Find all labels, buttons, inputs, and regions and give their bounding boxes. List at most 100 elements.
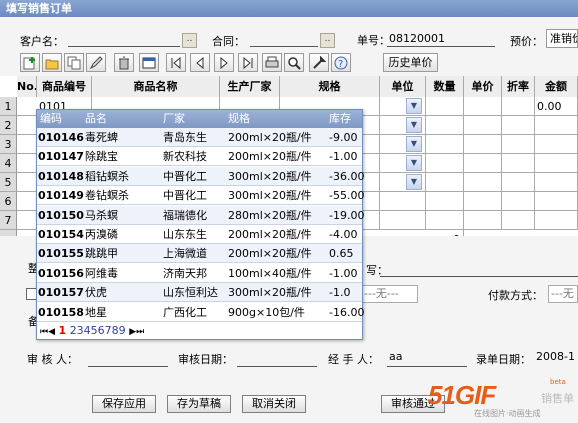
popup-col-name: 品名 xyxy=(85,112,107,125)
table-cell[interactable] xyxy=(426,192,464,211)
table-cell[interactable] xyxy=(380,192,426,211)
col-discount: 折率 xyxy=(502,76,535,97)
edit-icon[interactable] xyxy=(86,53,106,72)
table-cell[interactable] xyxy=(535,135,578,154)
table-cell[interactable] xyxy=(426,97,464,116)
save-apply-button[interactable]: 保存应用 xyxy=(92,395,156,413)
lookup-row[interactable]: 010147 除跳宝 新农科技 200ml×20瓶/件 -1.00 xyxy=(37,147,362,167)
lookup-spec: 280ml×20瓶/件 xyxy=(228,208,312,222)
table-cell[interactable] xyxy=(502,154,535,173)
prepay-select[interactable]: 准销价 xyxy=(546,29,578,48)
print-icon[interactable] xyxy=(262,53,282,72)
contract-pick-button[interactable]: .. xyxy=(320,33,335,48)
table-cell[interactable] xyxy=(502,116,535,135)
lookup-spec: 200ml×20瓶/件 xyxy=(228,131,312,144)
watermark-badge: beta xyxy=(550,378,566,386)
contract-input[interactable] xyxy=(250,33,318,47)
add-row-icon[interactable] xyxy=(20,53,40,72)
col-qty: 数量 xyxy=(426,76,464,97)
table-cell[interactable] xyxy=(426,116,464,135)
table-cell[interactable] xyxy=(464,154,502,173)
pager-next-last-icon[interactable]: ▶⏭ xyxy=(129,327,144,337)
lookup-name: 稻钻螟杀 xyxy=(85,169,129,183)
pager-current[interactable]: 1 xyxy=(59,324,67,337)
lookup-row[interactable]: 010150 马杀螟 福瑞德化 280ml×20瓶/件 -19.00 xyxy=(37,205,364,225)
lookup-row[interactable]: 010156 阿维毒 济南天邦 100ml×40瓶/件 -1.00 xyxy=(37,263,362,283)
prev-page-icon[interactable] xyxy=(190,53,210,72)
table-cell[interactable] xyxy=(426,211,464,230)
open-folder-icon[interactable] xyxy=(42,53,62,72)
lookup-row[interactable]: 010146 毒死蜱 青岛东生 200ml×20瓶/件 -9.00 xyxy=(37,128,362,147)
window-icon[interactable] xyxy=(139,53,159,72)
table-cell[interactable] xyxy=(535,211,578,230)
next-page-icon[interactable] xyxy=(214,53,234,72)
watermark-subtitle: 在线图片·动画生成 xyxy=(474,409,541,418)
pay-method-select[interactable]: ---无 xyxy=(548,285,578,303)
lookup-row[interactable]: 010155 跳跳甲 上海微道 200ml×20瓶/件 0.65 xyxy=(37,244,362,264)
lookup-maker: 青岛东生 xyxy=(163,131,207,144)
delete-icon[interactable] xyxy=(114,53,134,72)
unit-dropdown-icon[interactable]: ▼ xyxy=(406,136,422,152)
tools-icon[interactable] xyxy=(309,53,329,72)
col-code: 商品编号 xyxy=(37,76,92,97)
save-draft-button[interactable]: 存为草稿 xyxy=(167,395,231,413)
table-cell[interactable] xyxy=(464,173,502,192)
table-cell[interactable] xyxy=(535,173,578,192)
lookup-spec: 200ml×20瓶/件 xyxy=(228,150,312,164)
write-input[interactable] xyxy=(380,263,578,277)
table-cell[interactable] xyxy=(426,154,464,173)
pager-pages[interactable]: 23456789 xyxy=(70,324,126,337)
lookup-code: 010154 xyxy=(38,228,84,241)
pager-first-prev-icon[interactable]: ⏮◀ xyxy=(40,327,55,337)
table-cell[interactable] xyxy=(426,173,464,192)
table-cell[interactable] xyxy=(535,192,578,211)
watermark-brand: 51GIF xyxy=(428,380,496,410)
review-date-input[interactable] xyxy=(237,353,317,367)
table-cell[interactable] xyxy=(502,173,535,192)
unit-dropdown-icon[interactable]: ▼ xyxy=(406,117,422,133)
table-cell[interactable] xyxy=(464,211,502,230)
table-cell[interactable] xyxy=(502,211,535,230)
wuxian-select[interactable]: ---无--- xyxy=(361,285,418,303)
lookup-name: 马杀螟 xyxy=(85,208,118,222)
col-no: No. xyxy=(17,76,37,97)
lookup-code: 010149 xyxy=(38,189,84,203)
customer-pick-button[interactable]: .. xyxy=(182,33,197,48)
lookup-row[interactable]: 010158 地星 广西化工 900g×10包/件 -16.00 xyxy=(37,302,364,322)
reviewer-input[interactable] xyxy=(88,353,168,367)
handler-underline[interactable] xyxy=(387,353,467,367)
table-cell[interactable] xyxy=(464,135,502,154)
table-cell[interactable] xyxy=(535,154,578,173)
table-cell[interactable] xyxy=(464,192,502,211)
table-cell[interactable] xyxy=(502,192,535,211)
first-page-icon[interactable] xyxy=(166,53,186,72)
lookup-row[interactable]: 010148 稻钻螟杀 中晋化工 300ml×20瓶/件 -36.00 xyxy=(37,166,364,186)
lookup-row[interactable]: 010157 伏虎 山东恒利达 300ml×20瓶/件 -1.0 xyxy=(37,283,362,303)
lookup-row[interactable]: 010154 丙溴磷 山东东生 200ml×20瓶/件 -4.00 xyxy=(37,225,362,244)
customer-input[interactable] xyxy=(68,33,180,47)
watermark-logo: 51GIF beta 销售单 在线图片·动画生成 xyxy=(428,376,578,423)
table-cell[interactable] xyxy=(426,135,464,154)
lookup-code: 010158 xyxy=(38,305,84,319)
table-cell[interactable] xyxy=(502,135,535,154)
lookup-row[interactable]: 010149 卷钻螟杀 中晋化工 300ml×20瓶/件 -55.00 xyxy=(37,186,364,206)
table-cell[interactable] xyxy=(464,97,502,116)
lookup-stock: -9.00 xyxy=(329,131,358,144)
search-icon[interactable] xyxy=(284,53,304,72)
history-price-button[interactable]: 历史单价 xyxy=(383,53,438,72)
popup-header: 编码 品名 厂家 规格 库存 xyxy=(37,110,362,128)
unit-dropdown-icon[interactable]: ▼ xyxy=(406,155,422,171)
table-cell[interactable] xyxy=(502,97,535,116)
unit-dropdown-icon[interactable]: ▼ xyxy=(406,98,422,114)
lookup-code: 010155 xyxy=(38,247,84,261)
last-page-icon[interactable] xyxy=(238,53,258,72)
copy-icon[interactable] xyxy=(64,53,84,72)
table-cell[interactable]: 0.00 xyxy=(535,97,578,116)
table-cell[interactable] xyxy=(464,116,502,135)
unit-dropdown-icon[interactable]: ▼ xyxy=(406,174,422,190)
table-cell[interactable] xyxy=(380,211,426,230)
help-icon[interactable]: ? xyxy=(331,53,351,72)
lookup-spec: 300ml×20瓶/件 xyxy=(228,286,312,300)
table-cell[interactable] xyxy=(535,116,578,135)
cancel-close-button[interactable]: 取消关闭 xyxy=(242,395,306,413)
